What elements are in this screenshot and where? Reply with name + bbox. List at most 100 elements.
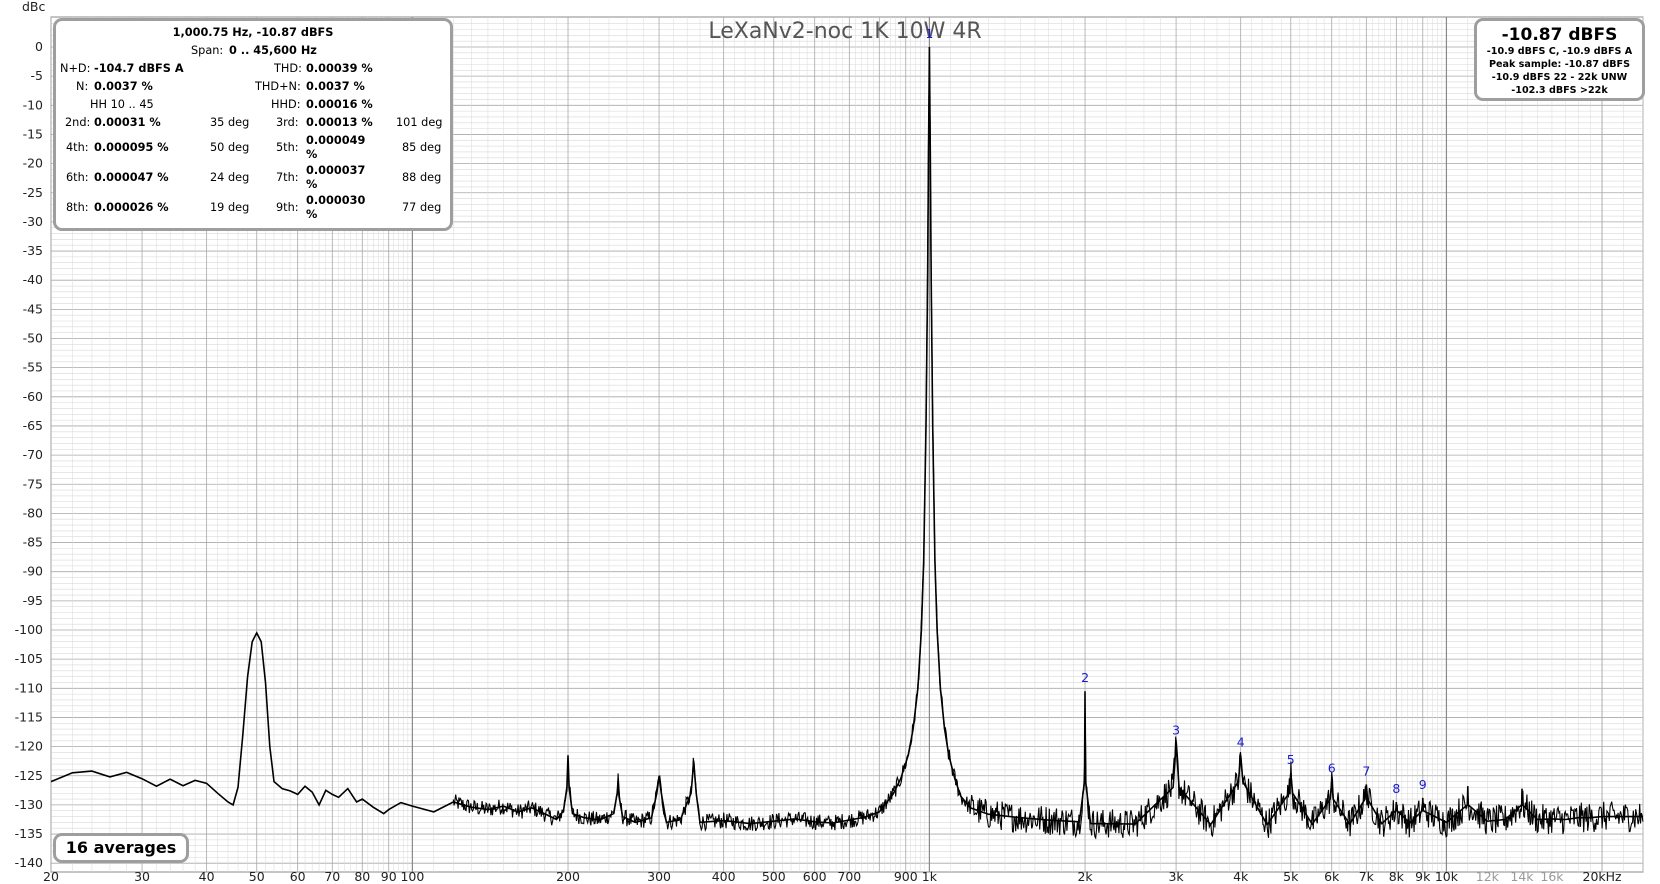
harmonic-label: 7 xyxy=(1362,763,1370,778)
h9-phase: 77 deg xyxy=(402,201,442,214)
x-tick-label: 10k xyxy=(1435,869,1459,884)
harmonic-label: 4 xyxy=(1237,734,1245,749)
hh-label: HH 10 .. 45 xyxy=(90,98,154,111)
x-tick-label: 4k xyxy=(1233,869,1249,884)
y-tick-label: -95 xyxy=(23,593,43,608)
x-tick-label: 50 xyxy=(249,869,265,884)
level-weighted: -10.9 dBFS C, -10.9 dBFS A xyxy=(1486,46,1633,57)
y-tick-label: -75 xyxy=(23,476,43,491)
y-tick-label: -25 xyxy=(23,185,43,200)
harmonic-label: 9 xyxy=(1419,777,1427,792)
harmonic-label: 3 xyxy=(1172,723,1180,738)
y-tick-label: -85 xyxy=(23,535,43,550)
nd-label: N+D: xyxy=(60,62,91,75)
x-tick-label: 600 xyxy=(803,869,827,884)
harmonic-label: 1 xyxy=(925,26,933,41)
x-tick-label: 30 xyxy=(134,869,150,884)
averages-badge: 16 averages xyxy=(53,833,189,863)
h5-label: 5th: xyxy=(276,141,299,154)
harmonic-label: 6 xyxy=(1328,761,1336,776)
y-axis-label: dBc xyxy=(22,0,46,14)
harmonic-label: 8 xyxy=(1392,781,1400,796)
thd-value: 0.00039 % xyxy=(306,62,373,75)
h8-label: 8th: xyxy=(66,201,89,214)
x-tick-label: 80 xyxy=(354,869,370,884)
h4-value: 0.000095 % xyxy=(94,141,169,154)
h2-phase: 35 deg xyxy=(210,116,250,129)
n-label: N: xyxy=(76,80,89,93)
h9-label: 9th: xyxy=(276,201,299,214)
x-tick-label: 200 xyxy=(556,869,580,884)
h6-phase: 24 deg xyxy=(210,171,250,184)
x-tick-label: 5k xyxy=(1283,869,1299,884)
y-axis-ticks: 0 -5 -10 -15 -20 -25 -30 -35 -40 -45 -50 -55 -60 -65 -… xyxy=(15,39,43,870)
y-tick-label: -55 xyxy=(23,360,43,375)
y-tick-label: -50 xyxy=(23,331,43,346)
x-tick-label: 100 xyxy=(400,869,424,884)
n-value: 0.0037 % xyxy=(94,80,153,93)
x-tick-label: 60 xyxy=(290,869,306,884)
y-tick-label: -120 xyxy=(15,739,43,754)
y-tick-label: -65 xyxy=(23,418,43,433)
span-value: 0 .. 45,600 Hz xyxy=(229,44,317,57)
chart-title: LeXaNv2-noc 1K 10W 4R xyxy=(708,19,981,44)
y-tick-label: -40 xyxy=(23,272,43,287)
y-tick-label: -60 xyxy=(23,389,43,404)
x-tick-label: 500 xyxy=(762,869,786,884)
h9-value: 0.000030 xyxy=(306,194,366,207)
x-tick-label: 400 xyxy=(712,869,736,884)
x-tick-label: 7k xyxy=(1359,869,1375,884)
y-tick-label: -45 xyxy=(23,301,43,316)
y-tick-label: -140 xyxy=(15,855,43,870)
level-above-22k: -102.3 dBFS >22k xyxy=(1511,85,1608,96)
thd-label: THD: xyxy=(274,62,302,75)
level-readout-panel: -10.87 dBFS -10.9 dBFS C, -10.9 dBFS A P… xyxy=(1474,18,1645,101)
y-tick-label: -105 xyxy=(15,651,43,666)
x-tick-label: 2k xyxy=(1077,869,1093,884)
y-tick-label: -5 xyxy=(31,68,43,83)
x-tick-label: 3k xyxy=(1168,869,1184,884)
h5-value: 0.000049 xyxy=(306,134,366,147)
y-tick-label: -15 xyxy=(23,126,43,141)
h4-label: 4th: xyxy=(66,141,89,154)
x-tick-label: 6k xyxy=(1324,869,1340,884)
x-tick-label: 90 xyxy=(381,869,397,884)
h5-value-unit: % xyxy=(306,148,318,161)
x-tick-label: 9k xyxy=(1415,869,1431,884)
h2-value: 0.00031 % xyxy=(94,116,161,129)
noise-floor-band xyxy=(452,64,1644,840)
h6-label: 6th: xyxy=(66,171,89,184)
thdn-value: 0.0037 % xyxy=(306,80,365,93)
x-tick-label: 900 xyxy=(894,869,918,884)
y-tick-label: -80 xyxy=(23,505,43,520)
x-tick-label: 16k xyxy=(1540,869,1564,884)
h5-phase: 85 deg xyxy=(402,141,442,154)
h7-phase: 88 deg xyxy=(402,171,442,184)
hhd-label: HHD: xyxy=(271,98,301,111)
x-tick-label: 700 xyxy=(837,869,861,884)
h2-label: 2nd: xyxy=(65,116,91,129)
y-tick-label: -30 xyxy=(23,214,43,229)
h7-value: 0.000037 xyxy=(306,164,366,177)
y-tick-label: -20 xyxy=(23,156,43,171)
x-tick-label: 1k xyxy=(922,869,938,884)
harmonic-label: 2 xyxy=(1081,670,1089,685)
y-tick-label: -130 xyxy=(15,797,43,812)
x-tick-label: 20 xyxy=(43,869,59,884)
h7-value-unit: % xyxy=(306,178,318,191)
x-tick-label: 20kHz xyxy=(1583,869,1623,884)
y-tick-label: -10 xyxy=(23,97,43,112)
h4-phase: 50 deg xyxy=(210,141,250,154)
noise-trace xyxy=(452,64,1644,840)
stats-header: 1,000.75 Hz, -10.87 dBFS xyxy=(172,26,334,39)
y-tick-label: -70 xyxy=(23,447,43,462)
x-tick-label: 8k xyxy=(1389,869,1405,884)
hhd-value: 0.00016 % xyxy=(306,98,373,111)
h8-value: 0.000026 % xyxy=(94,201,169,214)
h9-value-unit: % xyxy=(306,208,318,221)
y-tick-label: 0 xyxy=(35,39,43,54)
x-axis-ticks: 20 30 40 50 60 70 80 90 100 200 300 400 500 600 700 900… xyxy=(43,869,1622,884)
peak-sample: Peak sample: -10.87 dBFS xyxy=(1488,59,1631,70)
y-tick-label: -35 xyxy=(23,243,43,258)
h3-label: 3rd: xyxy=(276,116,299,129)
